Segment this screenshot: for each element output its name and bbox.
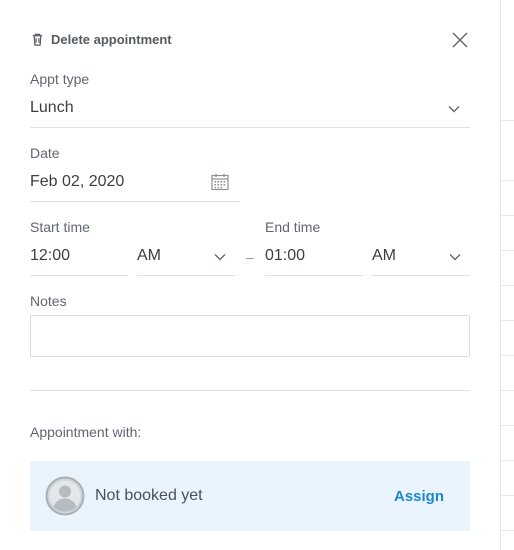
time-range-separator: – — [246, 249, 254, 265]
row-divider — [500, 320, 514, 321]
row-divider — [500, 120, 514, 121]
calendar-icon[interactable] — [210, 172, 230, 192]
appointment-panel: Delete appointment Appt type Lunch Date … — [0, 0, 500, 550]
notes-field-container — [30, 315, 470, 357]
row-divider — [500, 180, 514, 181]
end-time-input[interactable]: 01:00 — [265, 242, 363, 276]
row-divider — [500, 355, 514, 356]
row-divider — [500, 285, 514, 286]
end-meridiem-underline — [372, 275, 470, 276]
row-divider — [500, 215, 514, 216]
appointment-with-label: Appointment with: — [30, 424, 142, 440]
appt-type-label: Appt type — [30, 71, 90, 87]
end-time-underline — [265, 275, 363, 276]
background-content-strip — [500, 0, 514, 550]
date-underline — [30, 201, 240, 202]
row-divider — [500, 250, 514, 251]
start-time-underline — [30, 275, 128, 276]
chevron-down-icon — [448, 106, 460, 113]
start-time-label: Start time — [30, 219, 90, 235]
appt-type-value: Lunch — [30, 99, 74, 116]
notes-label: Notes — [30, 293, 67, 309]
row-divider — [500, 425, 514, 426]
assign-link[interactable]: Assign — [394, 488, 444, 505]
appt-type-select[interactable]: Lunch — [30, 94, 470, 128]
row-divider — [500, 530, 514, 531]
date-label: Date — [30, 145, 60, 161]
delete-appointment-label: Delete appointment — [51, 32, 172, 47]
avatar-placeholder-icon — [45, 476, 85, 516]
close-icon — [452, 32, 468, 48]
row-divider — [500, 390, 514, 391]
date-field[interactable]: Feb 02, 2020 — [30, 168, 240, 202]
booking-status-text: Not booked yet — [95, 487, 203, 504]
start-meridiem-value: AM — [137, 247, 161, 264]
start-meridiem-select[interactable]: AM — [137, 242, 235, 276]
row-divider — [500, 460, 514, 461]
chevron-down-icon — [449, 254, 461, 261]
date-value: Feb 02, 2020 — [30, 173, 125, 190]
appt-type-underline — [30, 127, 470, 128]
end-meridiem-select[interactable]: AM — [372, 242, 470, 276]
delete-appointment-button[interactable]: Delete appointment — [30, 32, 172, 47]
start-time-input[interactable]: 12:00 — [30, 242, 128, 276]
assignee-card: Not booked yet Assign — [30, 461, 470, 531]
row-divider — [500, 495, 514, 496]
trash-icon — [32, 33, 43, 46]
start-meridiem-underline — [137, 275, 235, 276]
notes-input[interactable] — [31, 316, 469, 356]
end-meridiem-value: AM — [372, 247, 396, 264]
end-time-value: 01:00 — [265, 247, 306, 264]
close-button[interactable] — [450, 30, 470, 50]
start-time-value: 12:00 — [30, 247, 71, 264]
panel-header: Delete appointment — [30, 30, 470, 54]
chevron-down-icon — [214, 254, 226, 261]
end-time-label: End time — [265, 219, 321, 235]
section-divider — [30, 390, 470, 391]
